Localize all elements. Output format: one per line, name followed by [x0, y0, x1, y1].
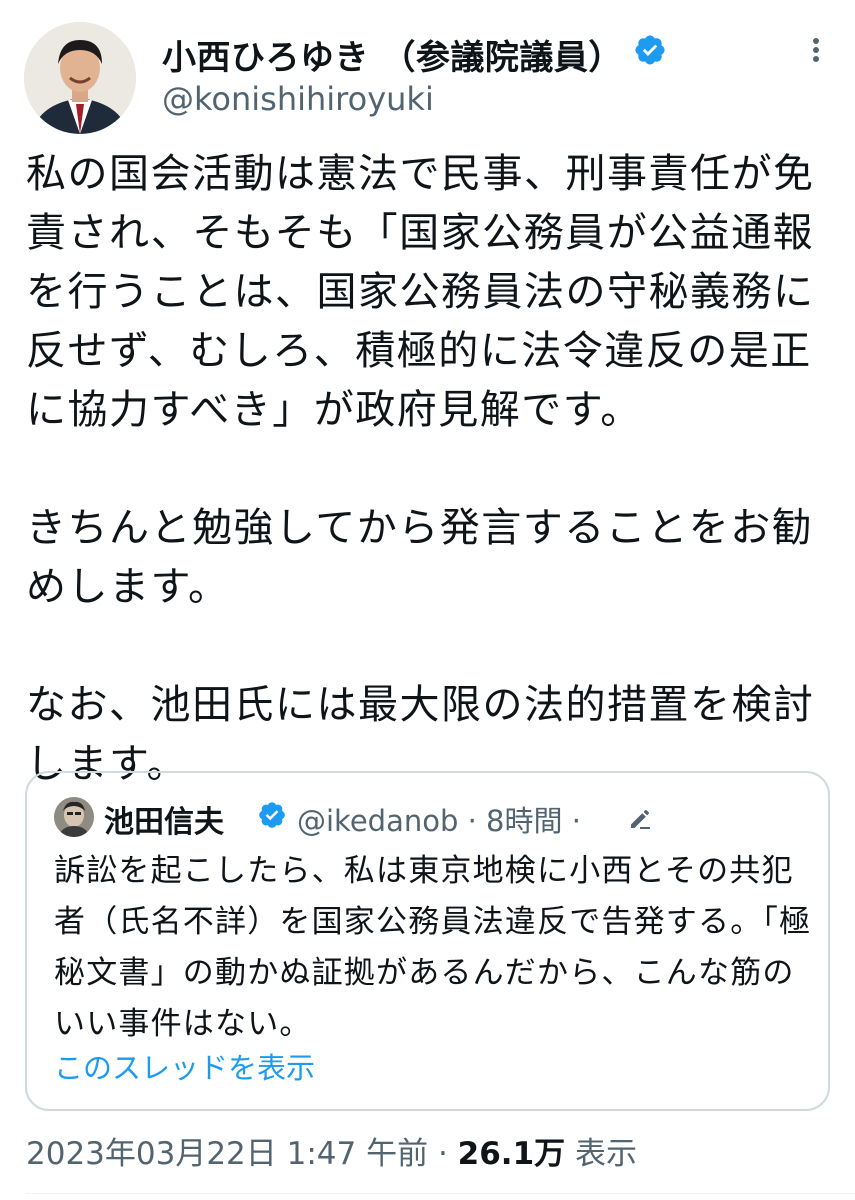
quoted-author-name[interactable]: 池田信夫	[104, 797, 224, 841]
tweet-container: 小西ひろゆき （参議院議員） @konishihiroyuki 私の国会活動は憲…	[0, 0, 855, 1200]
tweet-timestamp[interactable]: 2023年03月22日 1:47 午前	[26, 1136, 428, 1172]
author-display-name[interactable]: 小西ひろゆき （参議院議員）	[162, 30, 623, 79]
tweet-meta: 2023年03月22日 1:47 午前 · 26.1万 表示	[26, 1128, 637, 1173]
tweet-text: 私の国会活動は憲法で民事、刑事責任が免責され、そもそも「国家公務員が公益通報を行…	[26, 151, 815, 787]
quoted-handle-time: @ikedanob · 8時間 ·	[297, 804, 581, 838]
verified-badge-icon	[635, 35, 665, 65]
quoted-tweet-card[interactable]: 池田信夫 @ikedanob · 8時間 · 訴訟を起こしたら、私は東京地検に小…	[25, 771, 830, 1111]
meta-separator: ·	[428, 1136, 458, 1172]
quoted-tweet-text: 訴訟を起こしたら、私は東京地検に小西とその共犯者（氏名不詳）を国家公務員法違反で…	[54, 853, 812, 1042]
more-options-icon[interactable]	[800, 38, 832, 62]
divider	[26, 1193, 855, 1194]
author-handle[interactable]: @konishihiroyuki	[162, 80, 434, 118]
quoted-verified-badge-icon	[259, 802, 285, 828]
author-avatar[interactable]	[24, 22, 136, 134]
edit-pencil-icon	[631, 810, 650, 829]
quoted-author-avatar[interactable]	[54, 797, 94, 837]
show-thread-link[interactable]: このスレッドを表示	[54, 1045, 315, 1087]
views-count: 26.1万	[457, 1136, 566, 1172]
views-label: 表示	[565, 1136, 638, 1172]
